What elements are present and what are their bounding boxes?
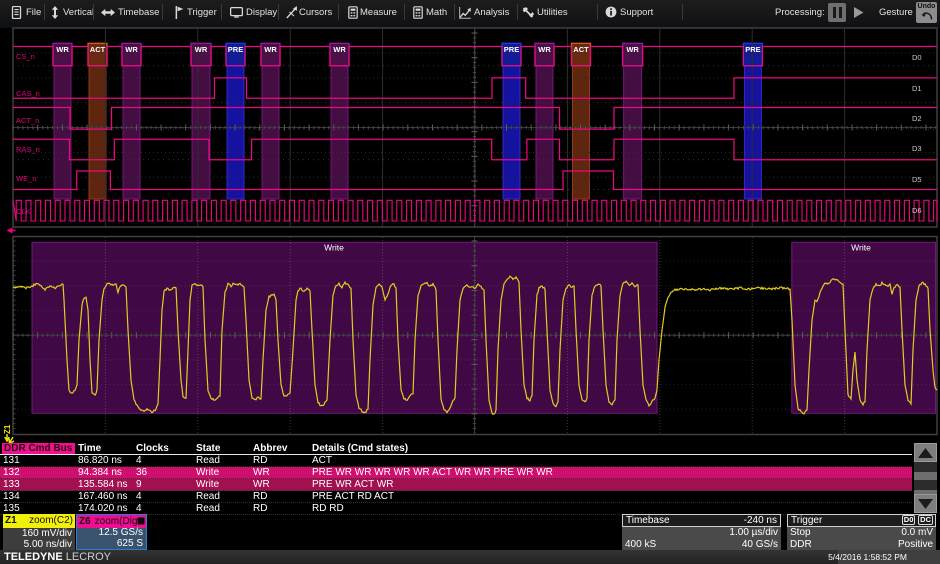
- svg-text:CS_n: CS_n: [16, 52, 35, 61]
- svg-text:PRE: PRE: [504, 45, 519, 54]
- svg-text:WE_n: WE_n: [16, 174, 36, 183]
- svg-text:WR: WR: [333, 45, 346, 54]
- svg-text:CLK: CLK: [16, 207, 31, 216]
- svg-text:WR: WR: [125, 45, 138, 54]
- svg-text:WR: WR: [195, 45, 208, 54]
- svg-text:WR: WR: [626, 45, 639, 54]
- svg-text:D1: D1: [912, 84, 922, 93]
- svg-text:WR: WR: [264, 45, 277, 54]
- svg-text:RAS_n: RAS_n: [16, 145, 40, 154]
- svg-text:D2: D2: [912, 114, 922, 123]
- svg-text:Write: Write: [324, 243, 344, 253]
- svg-text:D6: D6: [912, 206, 922, 215]
- svg-text:WR: WR: [538, 45, 551, 54]
- svg-text:ACT_n: ACT_n: [16, 116, 39, 125]
- svg-text:D0: D0: [912, 53, 922, 62]
- svg-text:Write: Write: [851, 243, 871, 253]
- svg-text:CAS_n: CAS_n: [16, 89, 40, 98]
- svg-text:WR: WR: [56, 45, 69, 54]
- svg-text:D5: D5: [912, 175, 922, 184]
- svg-text:ACT: ACT: [573, 45, 589, 54]
- svg-text:D3: D3: [912, 144, 922, 153]
- svg-text:PRE: PRE: [228, 45, 243, 54]
- svg-text:ACT: ACT: [90, 45, 106, 54]
- svg-text:PRE: PRE: [745, 45, 760, 54]
- svg-text:Z1: Z1: [3, 424, 12, 434]
